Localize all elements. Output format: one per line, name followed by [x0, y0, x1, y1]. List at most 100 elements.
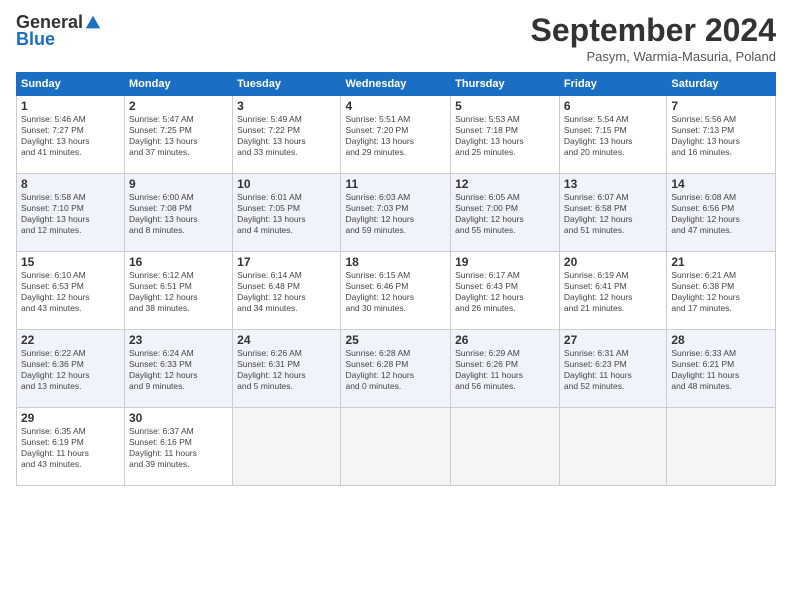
col-tuesday: Tuesday — [233, 73, 341, 96]
day-number: 18 — [345, 255, 446, 269]
page: General Blue September 2024 Pasym, Warmi… — [0, 0, 792, 612]
table-row: 27Sunrise: 6:31 AM Sunset: 6:23 PM Dayli… — [559, 330, 666, 408]
location-subtitle: Pasym, Warmia-Masuria, Poland — [531, 49, 776, 64]
table-row: 11Sunrise: 6:03 AM Sunset: 7:03 PM Dayli… — [341, 174, 451, 252]
day-number: 27 — [564, 333, 662, 347]
day-number: 15 — [21, 255, 120, 269]
day-number: 10 — [237, 177, 336, 191]
day-info: Sunrise: 6:14 AM Sunset: 6:48 PM Dayligh… — [237, 270, 336, 314]
table-row: 10Sunrise: 6:01 AM Sunset: 7:05 PM Dayli… — [233, 174, 341, 252]
table-row: 20Sunrise: 6:19 AM Sunset: 6:41 PM Dayli… — [559, 252, 666, 330]
day-number: 2 — [129, 99, 228, 113]
day-info: Sunrise: 6:01 AM Sunset: 7:05 PM Dayligh… — [237, 192, 336, 236]
calendar-header-row: Sunday Monday Tuesday Wednesday Thursday… — [17, 73, 776, 96]
day-number: 13 — [564, 177, 662, 191]
table-row: 22Sunrise: 6:22 AM Sunset: 6:36 PM Dayli… — [17, 330, 125, 408]
day-number: 9 — [129, 177, 228, 191]
table-row: 7Sunrise: 5:56 AM Sunset: 7:13 PM Daylig… — [667, 96, 776, 174]
col-monday: Monday — [125, 73, 233, 96]
table-row: 9Sunrise: 6:00 AM Sunset: 7:08 PM Daylig… — [125, 174, 233, 252]
title-section: September 2024 Pasym, Warmia-Masuria, Po… — [531, 12, 776, 64]
calendar: Sunday Monday Tuesday Wednesday Thursday… — [16, 72, 776, 486]
day-info: Sunrise: 6:24 AM Sunset: 6:33 PM Dayligh… — [129, 348, 228, 392]
day-number: 22 — [21, 333, 120, 347]
table-row — [451, 408, 560, 486]
table-row: 21Sunrise: 6:21 AM Sunset: 6:38 PM Dayli… — [667, 252, 776, 330]
day-number: 25 — [345, 333, 446, 347]
table-row: 18Sunrise: 6:15 AM Sunset: 6:46 PM Dayli… — [341, 252, 451, 330]
table-row: 19Sunrise: 6:17 AM Sunset: 6:43 PM Dayli… — [451, 252, 560, 330]
calendar-week-row: 29Sunrise: 6:35 AM Sunset: 6:19 PM Dayli… — [17, 408, 776, 486]
logo-blue-text: Blue — [16, 29, 55, 50]
logo: General Blue — [16, 12, 102, 50]
calendar-week-row: 8Sunrise: 5:58 AM Sunset: 7:10 PM Daylig… — [17, 174, 776, 252]
table-row: 5Sunrise: 5:53 AM Sunset: 7:18 PM Daylig… — [451, 96, 560, 174]
day-info: Sunrise: 6:17 AM Sunset: 6:43 PM Dayligh… — [455, 270, 555, 314]
calendar-week-row: 1Sunrise: 5:46 AM Sunset: 7:27 PM Daylig… — [17, 96, 776, 174]
logo-icon — [84, 14, 102, 32]
day-info: Sunrise: 6:05 AM Sunset: 7:00 PM Dayligh… — [455, 192, 555, 236]
day-info: Sunrise: 6:28 AM Sunset: 6:28 PM Dayligh… — [345, 348, 446, 392]
day-number: 17 — [237, 255, 336, 269]
day-number: 14 — [671, 177, 771, 191]
day-info: Sunrise: 6:03 AM Sunset: 7:03 PM Dayligh… — [345, 192, 446, 236]
calendar-week-row: 15Sunrise: 6:10 AM Sunset: 6:53 PM Dayli… — [17, 252, 776, 330]
day-info: Sunrise: 6:29 AM Sunset: 6:26 PM Dayligh… — [455, 348, 555, 392]
table-row: 23Sunrise: 6:24 AM Sunset: 6:33 PM Dayli… — [125, 330, 233, 408]
day-info: Sunrise: 6:12 AM Sunset: 6:51 PM Dayligh… — [129, 270, 228, 314]
table-row: 8Sunrise: 5:58 AM Sunset: 7:10 PM Daylig… — [17, 174, 125, 252]
day-number: 24 — [237, 333, 336, 347]
day-info: Sunrise: 6:31 AM Sunset: 6:23 PM Dayligh… — [564, 348, 662, 392]
day-number: 26 — [455, 333, 555, 347]
day-info: Sunrise: 5:58 AM Sunset: 7:10 PM Dayligh… — [21, 192, 120, 236]
table-row: 24Sunrise: 6:26 AM Sunset: 6:31 PM Dayli… — [233, 330, 341, 408]
table-row: 29Sunrise: 6:35 AM Sunset: 6:19 PM Dayli… — [17, 408, 125, 486]
table-row: 30Sunrise: 6:37 AM Sunset: 6:16 PM Dayli… — [125, 408, 233, 486]
day-number: 12 — [455, 177, 555, 191]
day-info: Sunrise: 6:10 AM Sunset: 6:53 PM Dayligh… — [21, 270, 120, 314]
table-row: 26Sunrise: 6:29 AM Sunset: 6:26 PM Dayli… — [451, 330, 560, 408]
day-number: 3 — [237, 99, 336, 113]
day-number: 6 — [564, 99, 662, 113]
col-sunday: Sunday — [17, 73, 125, 96]
day-info: Sunrise: 6:08 AM Sunset: 6:56 PM Dayligh… — [671, 192, 771, 236]
month-title: September 2024 — [531, 12, 776, 49]
table-row: 2Sunrise: 5:47 AM Sunset: 7:25 PM Daylig… — [125, 96, 233, 174]
day-number: 21 — [671, 255, 771, 269]
table-row: 6Sunrise: 5:54 AM Sunset: 7:15 PM Daylig… — [559, 96, 666, 174]
table-row — [233, 408, 341, 486]
day-info: Sunrise: 6:35 AM Sunset: 6:19 PM Dayligh… — [21, 426, 120, 470]
day-number: 29 — [21, 411, 120, 425]
day-info: Sunrise: 6:15 AM Sunset: 6:46 PM Dayligh… — [345, 270, 446, 314]
table-row — [341, 408, 451, 486]
table-row — [559, 408, 666, 486]
table-row: 15Sunrise: 6:10 AM Sunset: 6:53 PM Dayli… — [17, 252, 125, 330]
day-number: 8 — [21, 177, 120, 191]
day-info: Sunrise: 6:19 AM Sunset: 6:41 PM Dayligh… — [564, 270, 662, 314]
day-info: Sunrise: 5:54 AM Sunset: 7:15 PM Dayligh… — [564, 114, 662, 158]
table-row — [667, 408, 776, 486]
day-info: Sunrise: 5:46 AM Sunset: 7:27 PM Dayligh… — [21, 114, 120, 158]
day-number: 23 — [129, 333, 228, 347]
day-info: Sunrise: 6:22 AM Sunset: 6:36 PM Dayligh… — [21, 348, 120, 392]
day-number: 5 — [455, 99, 555, 113]
day-info: Sunrise: 6:26 AM Sunset: 6:31 PM Dayligh… — [237, 348, 336, 392]
day-info: Sunrise: 6:00 AM Sunset: 7:08 PM Dayligh… — [129, 192, 228, 236]
table-row: 25Sunrise: 6:28 AM Sunset: 6:28 PM Dayli… — [341, 330, 451, 408]
day-info: Sunrise: 5:51 AM Sunset: 7:20 PM Dayligh… — [345, 114, 446, 158]
table-row: 16Sunrise: 6:12 AM Sunset: 6:51 PM Dayli… — [125, 252, 233, 330]
table-row: 3Sunrise: 5:49 AM Sunset: 7:22 PM Daylig… — [233, 96, 341, 174]
col-friday: Friday — [559, 73, 666, 96]
day-info: Sunrise: 6:21 AM Sunset: 6:38 PM Dayligh… — [671, 270, 771, 314]
day-number: 11 — [345, 177, 446, 191]
day-number: 19 — [455, 255, 555, 269]
col-saturday: Saturday — [667, 73, 776, 96]
day-info: Sunrise: 5:53 AM Sunset: 7:18 PM Dayligh… — [455, 114, 555, 158]
day-info: Sunrise: 5:56 AM Sunset: 7:13 PM Dayligh… — [671, 114, 771, 158]
day-number: 20 — [564, 255, 662, 269]
day-info: Sunrise: 6:07 AM Sunset: 6:58 PM Dayligh… — [564, 192, 662, 236]
day-number: 28 — [671, 333, 771, 347]
table-row: 17Sunrise: 6:14 AM Sunset: 6:48 PM Dayli… — [233, 252, 341, 330]
col-wednesday: Wednesday — [341, 73, 451, 96]
col-thursday: Thursday — [451, 73, 560, 96]
